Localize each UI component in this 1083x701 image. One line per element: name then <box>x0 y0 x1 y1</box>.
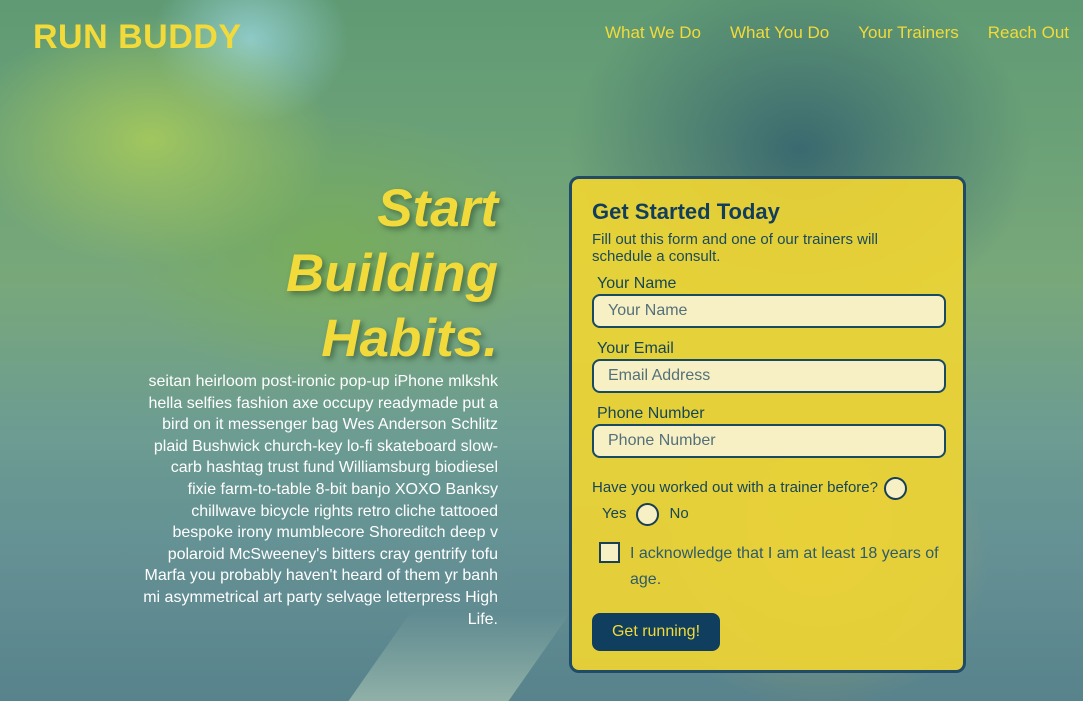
trainer-no-radio[interactable] <box>636 502 660 526</box>
brand-logo[interactable]: RUN BUDDY <box>33 18 242 57</box>
name-field-group: Your Name <box>592 275 946 328</box>
email-input[interactable] <box>592 359 946 393</box>
trainer-no-label: No <box>669 505 689 522</box>
hero-title: Start Building Habits. <box>158 176 498 371</box>
email-label: Your Email <box>597 340 674 357</box>
nav-reach-out[interactable]: Reach Out <box>988 23 1069 43</box>
age-acknowledgement-label: I acknowledge that I am at least 18 year… <box>630 545 939 588</box>
name-input[interactable] <box>592 294 946 328</box>
email-field-group: Your Email <box>592 340 946 393</box>
trainer-question-group: Have you worked out with a trainer befor… <box>592 475 943 527</box>
hero-title-line-3: Habits. <box>321 309 498 368</box>
nav-what-we-do[interactable]: What We Do <box>605 23 701 43</box>
nav-what-you-do[interactable]: What You Do <box>730 23 829 43</box>
name-label: Your Name <box>597 275 677 292</box>
phone-field-group: Phone Number <box>592 405 946 458</box>
age-checkbox[interactable] <box>599 542 620 563</box>
trainer-question-label: Have you worked out with a trainer befor… <box>592 479 878 496</box>
form-subtitle: Fill out this form and one of our traine… <box>592 231 878 265</box>
nav-your-trainers[interactable]: Your Trainers <box>858 23 958 43</box>
phone-label: Phone Number <box>597 405 705 422</box>
hero-title-line-2: Building <box>286 244 498 303</box>
get-running-button[interactable]: Get running! <box>592 613 720 651</box>
age-acknowledgement: I acknowledge that I am at least 18 year… <box>599 541 943 593</box>
site-header: RUN BUDDY What We Do What You Do Your Tr… <box>0 0 1083 80</box>
form-title: Get Started Today <box>592 199 780 224</box>
hero-title-line-1: Start <box>377 179 498 238</box>
main-nav: What We Do What You Do Your Trainers Rea… <box>605 23 1069 43</box>
phone-input[interactable] <box>592 424 946 458</box>
trainer-yes-radio[interactable] <box>884 476 907 500</box>
hero-description: seitan heirloom post-ironic pop-up iPhon… <box>143 373 498 628</box>
trainer-yes-label: Yes <box>602 505 627 522</box>
signup-form: Get Started Today Fill out this form and… <box>569 176 966 673</box>
